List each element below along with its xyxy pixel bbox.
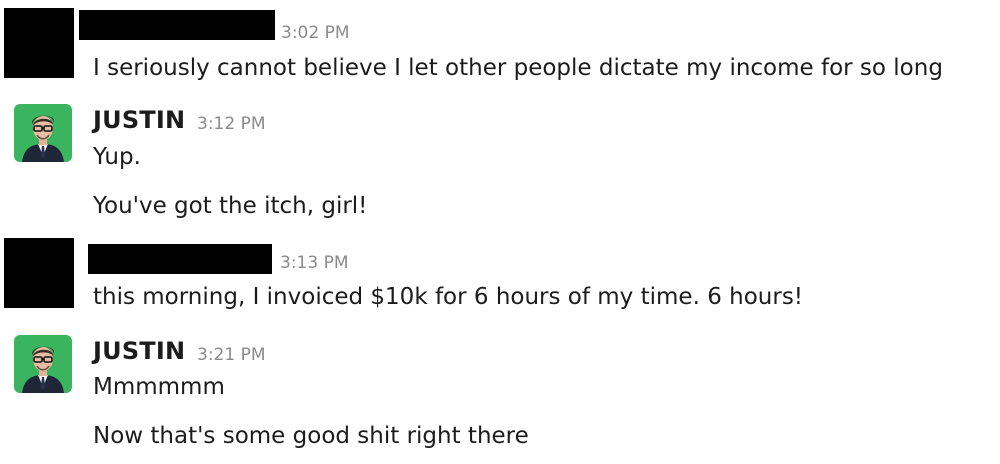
message-text: You've got the itch, girl! (93, 193, 368, 219)
message-timestamp[interactable]: 3:13 PM (280, 252, 349, 274)
message-text: Yup. (93, 144, 141, 170)
message-text: Mmmmmm (93, 374, 225, 400)
message-text: Now that's some good shit right there (93, 423, 529, 449)
message-text: I seriously cannot believe I let other p… (93, 55, 943, 81)
message-timestamp[interactable]: 3:12 PM (197, 113, 266, 135)
person-icon (14, 104, 72, 162)
message-timestamp[interactable]: 3:02 PM (281, 22, 350, 44)
justin-avatar[interactable] (14, 335, 72, 393)
redacted-avatar[interactable] (4, 238, 74, 308)
redacted-author-name[interactable] (79, 10, 275, 40)
justin-avatar[interactable] (14, 104, 72, 162)
message-author[interactable]: JUSTIN (93, 336, 185, 366)
redacted-author-name[interactable] (88, 244, 272, 274)
message-text: this morning, I invoiced $10k for 6 hour… (93, 284, 804, 310)
person-icon (14, 335, 72, 393)
message-timestamp[interactable]: 3:21 PM (197, 344, 266, 366)
message-author[interactable]: JUSTIN (93, 105, 185, 135)
redacted-avatar[interactable] (4, 8, 74, 78)
